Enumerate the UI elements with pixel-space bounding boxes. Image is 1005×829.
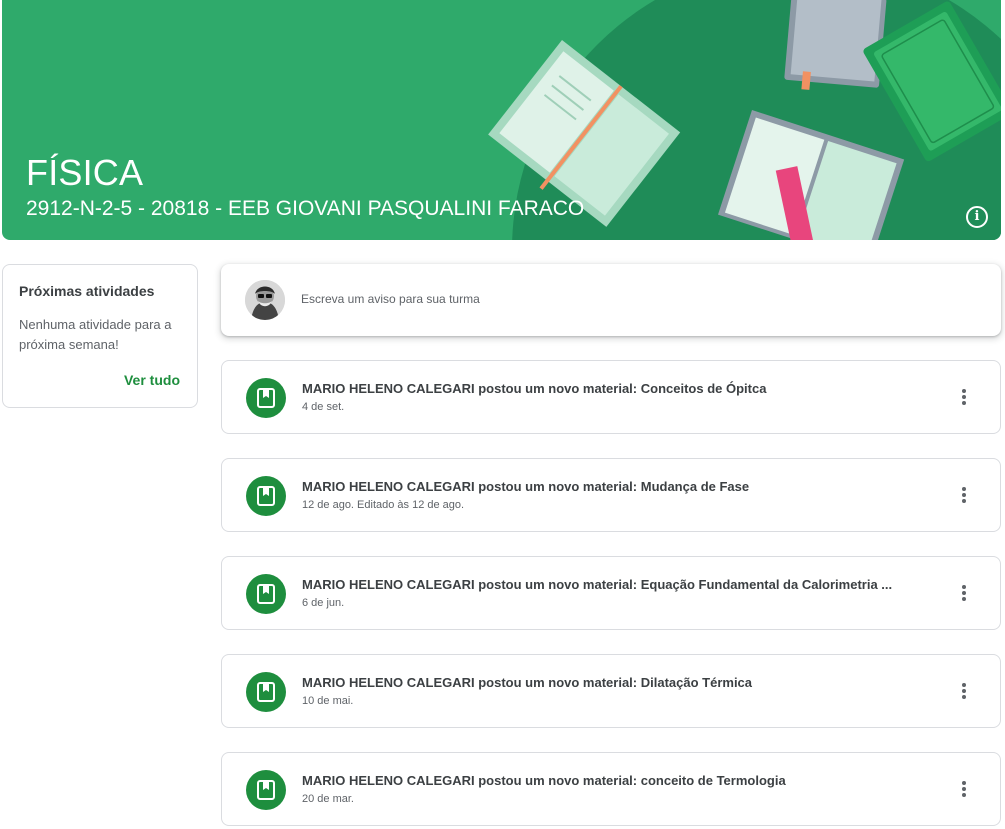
post-title: MARIO HELENO CALEGARI postou um novo mat… (302, 479, 750, 494)
post-date: 12 de ago. Editado às 12 de ago. (302, 499, 465, 511)
upcoming-activities-card: Próximas atividades Nenhuma atividade pa… (2, 264, 198, 408)
class-title: FÍSICA (26, 152, 144, 193)
more-options-icon[interactable] (950, 481, 978, 509)
post-date: 6 de jun. (302, 597, 345, 609)
more-options-icon[interactable] (950, 775, 978, 803)
material-icon (246, 770, 286, 810)
post-date: 4 de set. (302, 401, 345, 413)
post-title: MARIO HELENO CALEGARI postou um novo mat… (302, 675, 753, 690)
more-options-icon[interactable] (950, 383, 978, 411)
announcement-placeholder: Escreva um aviso para sua turma (301, 292, 480, 306)
post-date: 20 de mar. (302, 793, 354, 805)
material-icon (246, 378, 286, 418)
info-icon[interactable]: i (966, 206, 988, 228)
class-subtitle: 2912-N-2-5 - 20818 - EEB GIOVANI PASQUAL… (26, 197, 585, 220)
post-date: 10 de mai. (302, 695, 354, 707)
more-options-icon[interactable] (950, 677, 978, 705)
class-banner: FÍSICA 2912-N-2-5 - 20818 - EEB GIOVANI … (2, 0, 1001, 240)
material-icon (246, 672, 286, 712)
material-icon (246, 574, 286, 614)
more-options-icon[interactable] (950, 579, 978, 607)
upcoming-title: Próximas atividades (19, 283, 155, 299)
material-icon (246, 476, 286, 516)
stream-post[interactable]: MARIO HELENO CALEGARI postou um novo mat… (221, 752, 1001, 826)
announcement-composer[interactable]: Escreva um aviso para sua turma (221, 264, 1001, 336)
post-title: MARIO HELENO CALEGARI postou um novo mat… (302, 381, 767, 396)
see-all-link[interactable]: Ver tudo (124, 372, 180, 388)
stream-post[interactable]: MARIO HELENO CALEGARI postou um novo mat… (221, 654, 1001, 728)
post-title: MARIO HELENO CALEGARI postou um novo mat… (302, 773, 786, 788)
post-title: MARIO HELENO CALEGARI postou um novo mat… (302, 577, 893, 592)
stream-post[interactable]: MARIO HELENO CALEGARI postou um novo mat… (221, 360, 1001, 434)
upcoming-message: Nenhuma atividade para a próxima semana! (19, 317, 172, 352)
stream-post[interactable]: MARIO HELENO CALEGARI postou um novo mat… (221, 556, 1001, 630)
stream-post[interactable]: MARIO HELENO CALEGARI postou um novo mat… (221, 458, 1001, 532)
avatar (245, 280, 285, 320)
